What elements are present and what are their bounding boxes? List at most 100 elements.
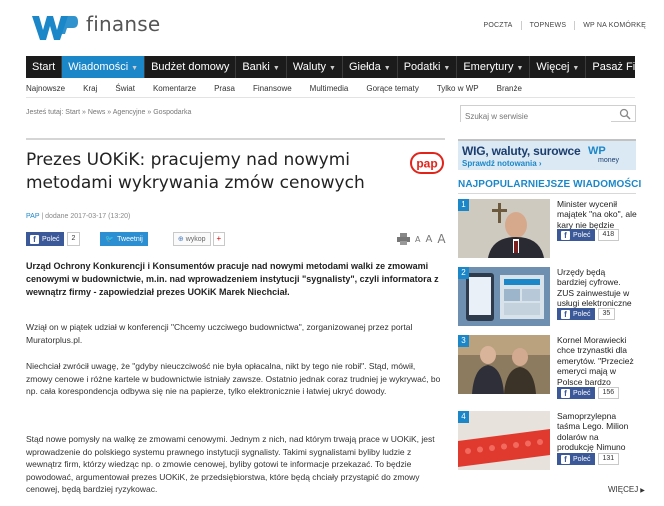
fb-count: 156 [597, 387, 620, 399]
tweet-label: Tweetnij [117, 235, 143, 243]
article-meta: PAP | dodane 2017-03-17 (13:20) [26, 213, 130, 220]
facebook-icon: f [561, 230, 570, 240]
print-icon[interactable] [397, 233, 410, 245]
subnav-tylko-w-wp[interactable]: Tylko w WP [437, 84, 479, 93]
nav-item-banki[interactable]: Banki ▼ [236, 56, 287, 78]
nav-label: Podatki [403, 61, 441, 73]
popular-headline[interactable]: Urzędy będą bardziej cyfrowe. ZUS zainwe… [557, 267, 637, 309]
fb-count: 131 [597, 453, 620, 465]
font-small-icon[interactable]: A [415, 235, 420, 244]
nav-item-wiadomosci[interactable]: Wiadomości ▼ [62, 56, 146, 78]
popular-item: 1 Minister wycenił majątek "na oko", ale… [458, 199, 637, 263]
search-icon[interactable] [619, 108, 631, 120]
divider [26, 97, 635, 98]
article-date: dodane 2017-03-17 (13:20) [45, 213, 131, 220]
fb-label: Poleć [573, 389, 591, 397]
ad-brand: WP [588, 145, 606, 157]
top-link-topnews[interactable]: TOPNEWS [530, 22, 567, 29]
facebook-like-button[interactable]: f Poleć [557, 308, 595, 320]
nav-item-waluty[interactable]: Waluty ▼ [287, 56, 343, 78]
nav-item-start[interactable]: Start [26, 56, 63, 78]
divider [458, 193, 636, 194]
chevron-down-icon: ▼ [329, 65, 336, 72]
popular-item: 4 Samoprzylepna taśma Lego. Milion dolar… [458, 411, 636, 475]
subnav-multimedia[interactable]: Multimedia [310, 84, 349, 93]
popular-thumbnail[interactable] [458, 267, 550, 326]
wykop-label: wykop [185, 235, 206, 243]
nav-item-podatki[interactable]: Podatki ▼ [398, 56, 458, 78]
wp-logo-icon[interactable] [30, 10, 78, 44]
facebook-like-button[interactable]: f Poleć [557, 229, 595, 241]
nav-item-gielda[interactable]: Giełda ▼ [343, 56, 398, 78]
article-paragraph: Niechciał zwrócił uwagę, że "gdyby nieuc… [26, 361, 441, 397]
share-bar: f Poleć 2 🐦 Tweetnij ⊕ wykop + [26, 232, 226, 246]
article-lead: Urząd Ochrony Konkurencji i Konsumentów … [26, 261, 439, 297]
font-large-icon[interactable]: A [437, 232, 445, 246]
chevron-down-icon: ▼ [572, 65, 580, 72]
article-title: Prezes UOKiK: pracujemy nad nowymi metod… [26, 150, 365, 193]
main-nav: Start Wiadomości ▼ Budżet domowy Banki ▼ W… [26, 56, 664, 78]
fb-count: 2 [66, 232, 81, 246]
popular-thumbnail[interactable] [458, 199, 550, 258]
fb-label: Poleć [573, 455, 591, 463]
popular-thumbnail[interactable] [458, 411, 550, 470]
subnav-najnowsze[interactable]: Najnowsze [26, 84, 65, 93]
article-tools: A A A [397, 232, 446, 246]
subnav-finansowe[interactable]: Finansowe [253, 84, 292, 93]
subnav-swiat[interactable]: Świat [115, 84, 135, 93]
nav-item-wiecej[interactable]: Więcej ▼ [530, 56, 587, 78]
nav-item-pasaz[interactable]: Pasaż Finansowy▼ [586, 56, 664, 78]
article-source[interactable]: PAP [26, 213, 39, 220]
brand-name[interactable]: finanse [86, 12, 160, 36]
popular-share: f Poleć 35 [557, 308, 616, 320]
nav-label: Start [32, 61, 56, 73]
popular-share: f Poleć 131 [557, 453, 620, 465]
fb-label: Poleć [573, 310, 591, 318]
search-box [460, 105, 636, 124]
nav-label: Pasaż Finansowy [592, 61, 664, 73]
top-link-mobile[interactable]: WP NA KOMÓRKĘ [583, 22, 646, 29]
divider [520, 21, 522, 30]
subnav-komentarze[interactable]: Komentarze [153, 84, 196, 93]
ad-cta: Sprawdź notowania › [462, 159, 542, 168]
subnav-prasa[interactable]: Prasa [214, 84, 235, 93]
more-link[interactable]: WIĘCEJ ▶ [608, 485, 645, 494]
article-paragraph: Wziął on w piątek udział w konferencji "… [26, 322, 413, 345]
popular-news-title: NAJPOPULARNIEJSZE WIADOMOŚCI [458, 179, 642, 190]
twitter-tweet-button[interactable]: 🐦 Tweetnij [100, 232, 148, 246]
wykop-button[interactable]: ⊕ wykop [172, 232, 211, 246]
nav-label: Wiadomości [68, 61, 129, 73]
facebook-like-button[interactable]: f Poleć [557, 387, 595, 399]
chevron-right-icon: ▶ [640, 488, 645, 494]
popular-thumbnail[interactable] [458, 335, 550, 394]
popular-headline[interactable]: Minister wycenił majątek "na oko", ale k… [557, 199, 637, 230]
article-paragraph: Stąd nowe pomysły na walkę ze zmowami ce… [26, 434, 435, 495]
pap-logo-icon: pap [410, 152, 444, 174]
divider [26, 138, 445, 140]
nav-label: Budżet domowy [151, 61, 230, 73]
nav-item-emerytury[interactable]: Emerytury ▼ [457, 56, 531, 78]
chevron-down-icon: ▼ [443, 65, 451, 72]
facebook-like-button[interactable]: f Poleć [557, 453, 595, 465]
top-link-poczta[interactable]: POCZTA [483, 22, 512, 29]
nav-item-budzet[interactable]: Budżet domowy [145, 56, 237, 78]
subnav-gorace-tematy[interactable]: Gorące tematy [366, 84, 418, 93]
popular-rank: 1 [458, 199, 469, 211]
ad-brand-sub: money [598, 157, 620, 164]
nav-label: Emerytury [463, 61, 514, 73]
popular-rank: 4 [458, 411, 469, 423]
search-input[interactable] [461, 109, 611, 124]
wp-money-ad[interactable]: WIG, waluty, surowce Sprawdź notowania ›… [458, 139, 636, 170]
font-medium-icon[interactable]: A [425, 234, 432, 245]
subnav-kraj[interactable]: Kraj [83, 84, 97, 93]
pap-logo-text: pap [416, 157, 437, 171]
popular-rank: 2 [458, 267, 469, 279]
fb-label: Poleć [573, 231, 591, 239]
subnav-branze[interactable]: Branże [497, 84, 522, 93]
breadcrumb[interactable]: Jesteś tutaj: Start » News » Agencyjne »… [26, 109, 191, 116]
wykop-plus[interactable]: + [212, 232, 226, 246]
facebook-icon: f [30, 234, 39, 244]
facebook-like-button[interactable]: f Poleć [26, 232, 64, 246]
chevron-down-icon: ▼ [516, 65, 524, 72]
popular-item: 2 Urzędy będą bardziej cyfrowe. ZUS zain… [458, 267, 636, 331]
